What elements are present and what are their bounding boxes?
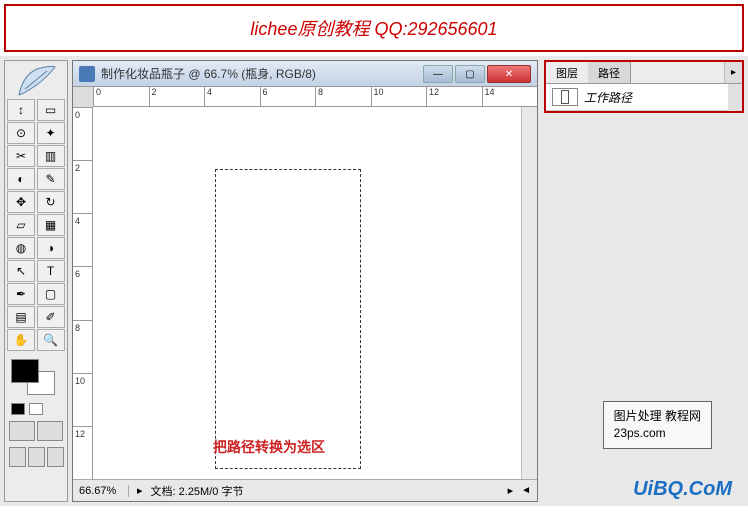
window-titlebar[interactable]: 制作化妆品瓶子 @ 66.7% (瓶身, RGB/8) — ▢ ✕ bbox=[73, 61, 537, 87]
document-body: 0 2 4 6 8 10 12 把路径转换为选区 bbox=[73, 107, 537, 479]
type-tool[interactable]: T bbox=[37, 260, 65, 282]
watermark-line1: 图片处理 教程网 bbox=[614, 408, 701, 425]
info-triangle-icon[interactable]: ▸ bbox=[137, 484, 143, 497]
panel-menu-icon[interactable]: ▸ bbox=[724, 62, 742, 83]
view-mode-1[interactable] bbox=[9, 447, 26, 467]
scroll-left-icon[interactable]: ◄ bbox=[521, 485, 531, 496]
ps-app-icon bbox=[79, 66, 95, 82]
document-window: 制作化妆品瓶子 @ 66.7% (瓶身, RGB/8) — ▢ ✕ 0 2 4 … bbox=[72, 60, 538, 502]
pen-tool[interactable]: ✒ bbox=[7, 283, 35, 305]
move-tool[interactable]: ↕ bbox=[7, 99, 35, 121]
vertical-scrollbar[interactable] bbox=[521, 107, 537, 479]
slice-tool[interactable]: ▥ bbox=[37, 145, 65, 167]
zoom-level[interactable]: 66.67% bbox=[79, 485, 129, 497]
blur-tool[interactable]: ◍ bbox=[7, 237, 35, 259]
vertical-ruler: 0 2 4 6 8 10 12 bbox=[73, 107, 93, 479]
tutorial-header-text: lichee原创教程 QQ:292656601 bbox=[250, 15, 497, 41]
path-name: 工作路径 bbox=[584, 89, 632, 106]
panel-scrollbar[interactable] bbox=[728, 84, 742, 111]
status-bar: 66.67% ▸ 文档: 2.25M/0 字节 ▸ ◄ bbox=[73, 479, 537, 501]
watermark-brand: UiBQ.CoM bbox=[633, 478, 732, 501]
panel-tab-strip: 图层 路径 ▸ bbox=[546, 62, 742, 84]
eyedropper-tool[interactable]: ✐ bbox=[37, 306, 65, 328]
window-controls: — ▢ ✕ bbox=[423, 65, 531, 83]
hand-tool[interactable]: ✋ bbox=[7, 329, 35, 351]
canvas[interactable]: 把路径转换为选区 bbox=[93, 107, 521, 479]
info-menu-icon[interactable]: ▸ bbox=[508, 484, 514, 497]
path-thumbnail-icon bbox=[552, 88, 578, 106]
ps-feather-icon bbox=[7, 63, 67, 99]
rectangle-tool[interactable]: ▢ bbox=[37, 283, 65, 305]
gradient-tool[interactable]: ▦ bbox=[37, 214, 65, 236]
layers-paths-panel: 图层 路径 ▸ 工作路径 bbox=[544, 60, 744, 113]
screen-mode-buttons bbox=[9, 421, 65, 441]
history-brush-tool[interactable]: ↻ bbox=[37, 191, 65, 213]
magic-wand-tool[interactable]: ✦ bbox=[37, 122, 65, 144]
tool-grid: ↕ ▭ ⊙ ✦ ✂ ▥ ◐ ✎ ✥ ↻ ▱ ▦ ◍ ◑ ↖ T ✒ ▢ ▤ ✐ … bbox=[7, 99, 65, 351]
marquee-selection bbox=[215, 169, 361, 469]
zoom-tool[interactable]: 🔍 bbox=[37, 329, 65, 351]
tutorial-header: lichee原创教程 QQ:292656601 bbox=[4, 4, 744, 52]
document-info: 文档: 2.25M/0 字节 bbox=[151, 483, 500, 499]
notes-tool[interactable]: ▤ bbox=[7, 306, 35, 328]
brush-tool[interactable]: ✎ bbox=[37, 168, 65, 190]
view-mode-2[interactable] bbox=[28, 447, 45, 467]
toolbox: ↕ ▭ ⊙ ✦ ✂ ▥ ◐ ✎ ✥ ↻ ▱ ▦ ◍ ◑ ↖ T ✒ ▢ ▤ ✐ … bbox=[4, 60, 68, 502]
foreground-color-swatch[interactable] bbox=[11, 359, 39, 383]
view-mode-buttons bbox=[9, 447, 65, 467]
dodge-tool[interactable]: ◑ bbox=[37, 237, 65, 259]
rect-marquee-tool[interactable]: ▭ bbox=[37, 99, 65, 121]
crop-tool[interactable]: ✂ bbox=[7, 145, 35, 167]
quickmask-mode-button[interactable] bbox=[37, 421, 63, 441]
watermark-box: 图片处理 教程网 23ps.com bbox=[603, 401, 712, 449]
healing-brush-tool[interactable]: ◐ bbox=[7, 168, 35, 190]
standard-mode-button[interactable] bbox=[9, 421, 35, 441]
annotation-text: 把路径转换为选区 bbox=[213, 437, 325, 457]
horizontal-ruler: 0 2 4 6 8 10 12 14 bbox=[93, 87, 537, 107]
lasso-tool[interactable]: ⊙ bbox=[7, 122, 35, 144]
path-list-item[interactable]: 工作路径 bbox=[546, 84, 728, 111]
tab-layers[interactable]: 图层 bbox=[546, 62, 588, 83]
close-button[interactable]: ✕ bbox=[487, 65, 531, 83]
window-title: 制作化妆品瓶子 @ 66.7% (瓶身, RGB/8) bbox=[101, 65, 423, 82]
maximize-button[interactable]: ▢ bbox=[455, 65, 485, 83]
watermark-line2: 23ps.com bbox=[614, 425, 701, 442]
view-mode-3[interactable] bbox=[47, 447, 64, 467]
default-colors-icon[interactable] bbox=[11, 403, 65, 415]
minimize-button[interactable]: — bbox=[423, 65, 453, 83]
clone-stamp-tool[interactable]: ✥ bbox=[7, 191, 35, 213]
eraser-tool[interactable]: ▱ bbox=[7, 214, 35, 236]
path-select-tool[interactable]: ↖ bbox=[7, 260, 35, 282]
color-swatches[interactable] bbox=[7, 359, 63, 399]
tab-paths[interactable]: 路径 bbox=[588, 62, 631, 83]
